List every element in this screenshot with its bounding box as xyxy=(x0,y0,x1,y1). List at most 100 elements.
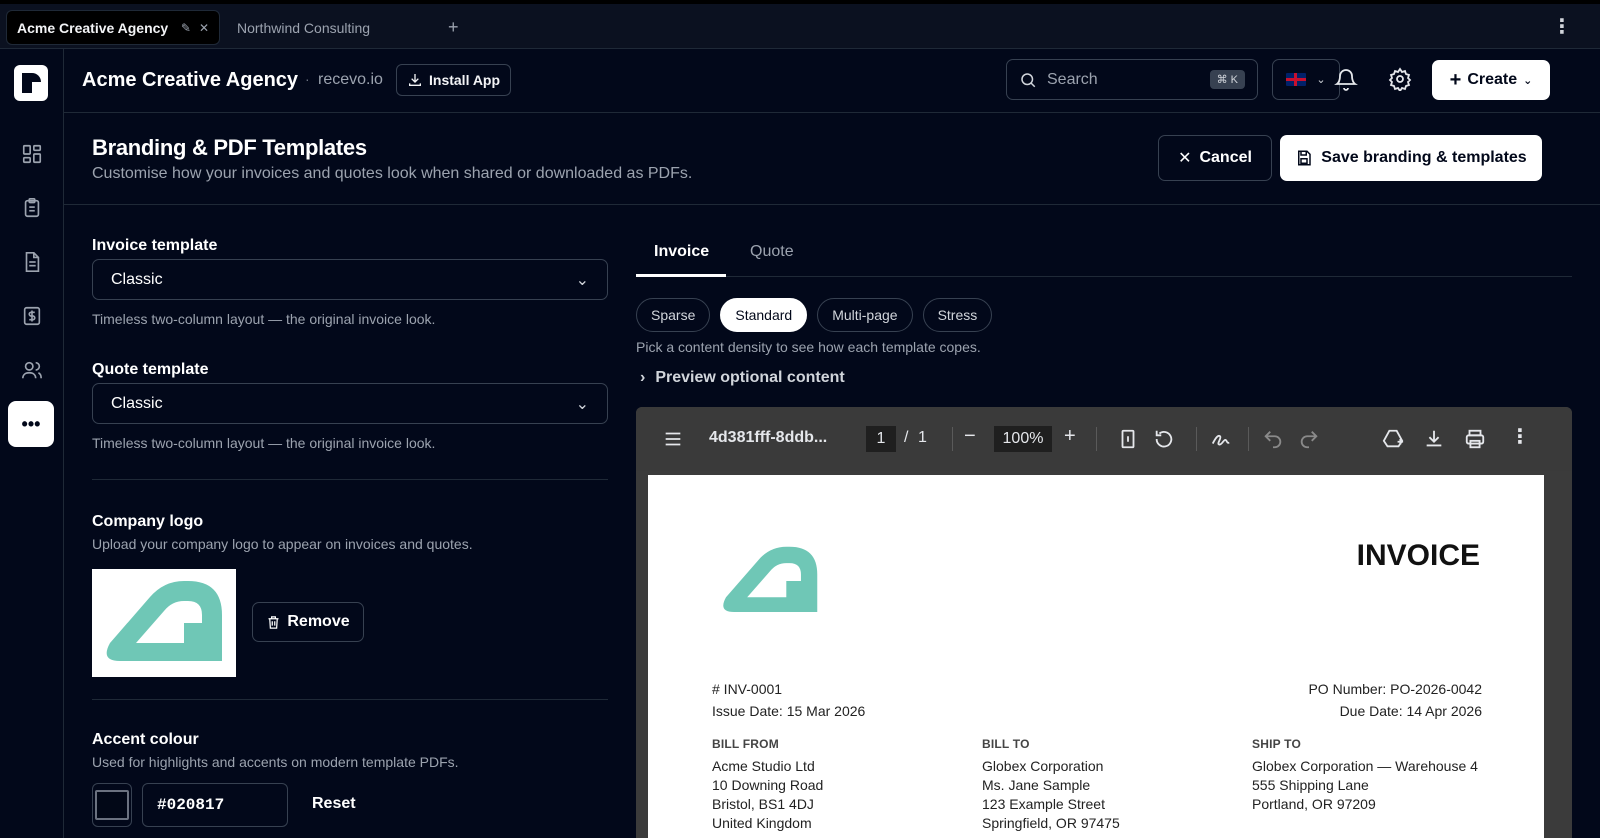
rotate-icon[interactable] xyxy=(1153,428,1175,450)
invoice-title: INVOICE xyxy=(1356,539,1480,572)
invoice-issue-date: Issue Date: 15 Mar 2026 xyxy=(712,703,866,719)
gear-icon[interactable] xyxy=(1388,67,1412,91)
zoom-out-icon[interactable]: − xyxy=(964,425,976,448)
menu-icon[interactable] xyxy=(662,428,684,450)
colour-chip xyxy=(95,790,129,820)
pdf-viewer: 4d381fff-8ddb... 1 / 1 − 100% + ⋮ INVOIC… xyxy=(636,407,1572,838)
density-sparse[interactable]: Sparse xyxy=(636,298,711,332)
remove-logo-button[interactable]: Remove xyxy=(252,602,364,642)
density-multi-page[interactable]: Multi-page xyxy=(817,298,913,332)
page-header: Branding & PDF Templates Customise how y… xyxy=(64,113,1600,205)
density-help: Pick a content density to see how each t… xyxy=(636,339,981,355)
header-separator: · xyxy=(305,71,310,87)
sidebar-rail: ••• xyxy=(0,49,64,838)
search-icon xyxy=(1021,72,1036,87)
chevron-down-icon: ⌄ xyxy=(1523,74,1533,87)
language-selector[interactable]: ⌄ xyxy=(1272,59,1340,100)
new-tab-button[interactable]: + xyxy=(448,17,459,38)
cancel-label: Cancel xyxy=(1199,149,1252,166)
create-button[interactable]: + Create ⌄ xyxy=(1432,60,1550,100)
clipboard-icon[interactable] xyxy=(18,194,46,222)
bill-from-heading: BILL FROM xyxy=(712,737,779,751)
toolbar-divider xyxy=(1196,427,1197,451)
browser-tab-bar: Acme Creative Agency ✎ ✕ Northwind Consu… xyxy=(0,4,1600,49)
search-box[interactable]: ⌘ K xyxy=(1006,59,1258,100)
density-pills: Sparse Standard Multi-page Stress xyxy=(636,298,993,332)
save-label: Save branding & templates xyxy=(1321,149,1527,166)
pdf-filename: 4d381fff-8ddb... xyxy=(709,429,828,446)
org-name: Acme Creative Agency xyxy=(82,69,299,91)
bill-from-line: United Kingdom xyxy=(712,815,812,831)
preview-tabs: Invoice Quote xyxy=(636,231,1572,277)
bill-from-line: Bristol, BS1 4DJ xyxy=(712,796,814,812)
active-tab-indicator xyxy=(636,274,726,277)
accent-colour-label: Accent colour xyxy=(92,731,199,748)
more-icon[interactable]: ••• xyxy=(8,401,54,447)
bill-to-line: Globex Corporation xyxy=(982,758,1104,774)
accent-colour-help: Used for highlights and accents on moder… xyxy=(92,754,459,770)
download-icon[interactable] xyxy=(1423,428,1445,450)
redo-icon[interactable] xyxy=(1298,428,1320,450)
chevron-down-icon: ⌄ xyxy=(575,395,589,413)
invoice-template-help: Timeless two-column layout — the origina… xyxy=(92,311,436,327)
density-stress[interactable]: Stress xyxy=(922,298,993,332)
bill-to-line: 123 Example Street xyxy=(982,796,1105,812)
chevron-right-icon: › xyxy=(640,369,646,386)
save-branding-button[interactable]: Save branding & templates xyxy=(1280,135,1542,181)
browser-menu-icon[interactable]: ⋮ xyxy=(1552,14,1572,39)
tab-acme-creative-agency[interactable]: Acme Creative Agency ✎ ✕ xyxy=(6,10,220,45)
save-icon xyxy=(1298,150,1312,166)
undo-icon[interactable] xyxy=(1262,428,1284,450)
page-number-input[interactable]: 1 xyxy=(866,426,896,452)
download-icon xyxy=(409,74,421,86)
invoice-due-date: Due Date: 14 Apr 2026 xyxy=(1339,703,1482,719)
users-icon[interactable] xyxy=(18,356,46,384)
invoice-logo xyxy=(723,546,818,612)
draw-icon[interactable] xyxy=(1210,428,1232,450)
invoice-number: # INV-0001 xyxy=(712,681,783,697)
more-options-icon[interactable]: ⋮ xyxy=(1510,424,1530,449)
density-standard[interactable]: Standard xyxy=(720,298,808,332)
install-app-button[interactable]: Install App xyxy=(396,64,512,96)
quote-template-select[interactable]: Classic ⌄ xyxy=(92,383,608,424)
company-logo-help: Upload your company logo to appear on in… xyxy=(92,536,473,552)
search-input[interactable] xyxy=(1047,70,1197,89)
toolbar-divider xyxy=(952,427,953,451)
print-icon[interactable] xyxy=(1464,428,1486,450)
reset-accent-button[interactable]: Reset xyxy=(312,795,356,813)
invoice-template-select[interactable]: Classic ⌄ xyxy=(92,259,608,300)
section-divider xyxy=(92,699,608,700)
preview-optional-toggle[interactable]: › Preview optional content xyxy=(640,369,845,387)
pencil-icon[interactable]: ✎ xyxy=(181,21,191,35)
remove-logo-label: Remove xyxy=(287,613,350,630)
org-domain: recevo.io xyxy=(318,71,383,88)
cancel-button[interactable]: ✕ Cancel xyxy=(1158,135,1272,181)
trash-icon xyxy=(268,615,279,629)
dollar-icon[interactable] xyxy=(18,302,46,330)
invoice-template-label: Invoice template xyxy=(92,237,218,254)
zoom-level[interactable]: 100% xyxy=(994,426,1052,452)
bill-from-line: 10 Downing Road xyxy=(712,777,824,793)
pdf-toolbar: 4d381fff-8ddb... 1 / 1 − 100% + ⋮ xyxy=(636,407,1572,471)
company-logo-preview xyxy=(92,569,236,677)
bell-icon[interactable] xyxy=(1334,67,1358,91)
install-app-label: Install App xyxy=(429,72,501,88)
ship-to-line: 555 Shipping Lane xyxy=(1252,777,1369,793)
close-icon[interactable]: ✕ xyxy=(199,21,209,35)
toolbar-divider xyxy=(1248,427,1249,451)
accent-colour-swatch[interactable] xyxy=(92,783,132,827)
fit-page-icon[interactable] xyxy=(1117,428,1139,450)
zoom-in-icon[interactable]: + xyxy=(1064,425,1076,448)
flag-uk-icon xyxy=(1286,73,1307,86)
tab-northwind-consulting[interactable]: Northwind Consulting xyxy=(237,10,370,45)
preview-panel: Invoice Quote Sparse Standard Multi-page… xyxy=(636,205,1572,838)
tab-quote[interactable]: Quote xyxy=(750,243,794,261)
app-logo[interactable] xyxy=(14,65,48,101)
accent-colour-input[interactable] xyxy=(142,783,288,827)
dashboard-icon[interactable] xyxy=(18,140,46,168)
bill-from-line: Acme Studio Ltd xyxy=(712,758,815,774)
drive-upload-icon[interactable] xyxy=(1382,428,1404,450)
ship-to-line: Portland, OR 97209 xyxy=(1252,796,1376,812)
document-icon[interactable] xyxy=(18,248,46,276)
tab-invoice[interactable]: Invoice xyxy=(654,243,709,261)
